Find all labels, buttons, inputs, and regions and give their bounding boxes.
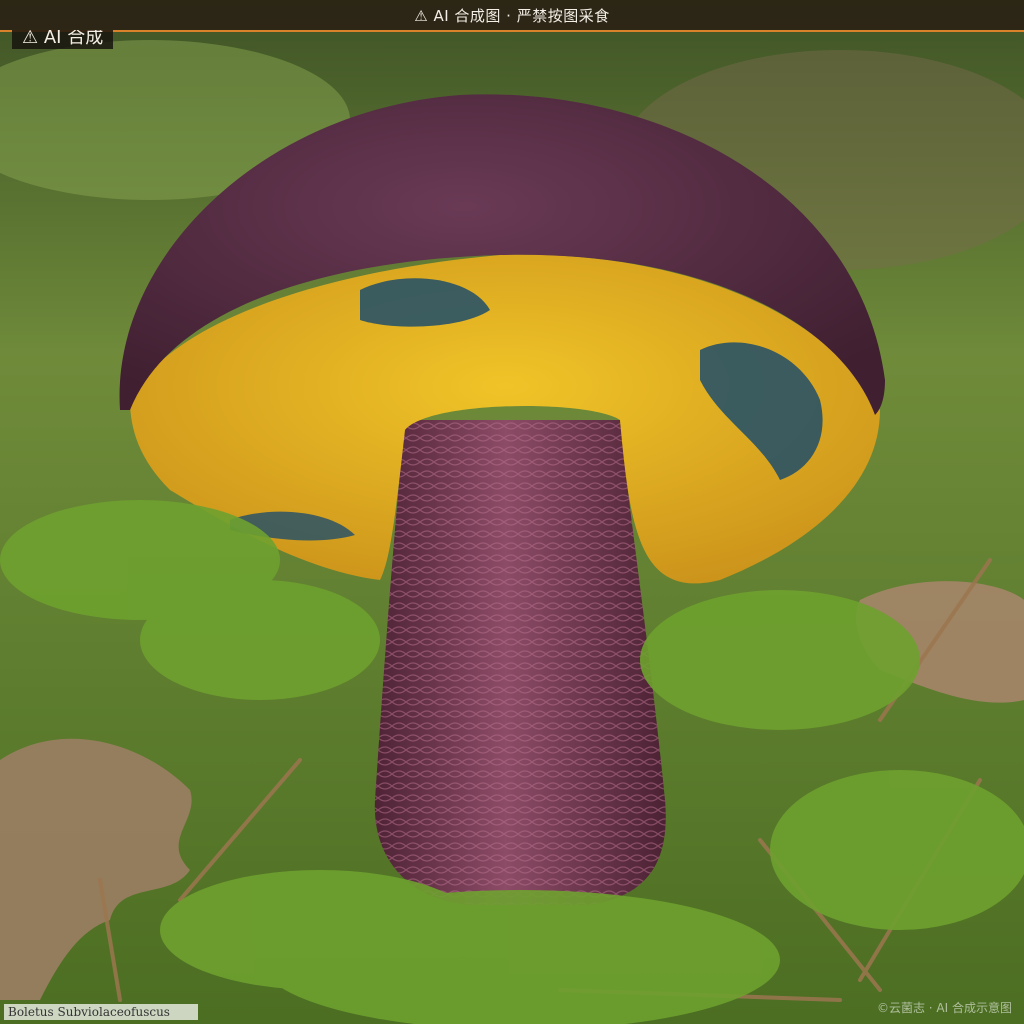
species-caption: Boletus Subviolaceofuscus bbox=[4, 1004, 198, 1020]
warning-banner: ⚠ AI 合成图 · 严禁按图采食 bbox=[0, 0, 1024, 32]
ai-tag-text: ⚠ AI 合成 bbox=[22, 30, 104, 48]
watermark: ©云菌志 · AI 合成示意图 bbox=[876, 1001, 1012, 1015]
ai-tag: ⚠ AI 合成 bbox=[12, 30, 114, 49]
warning-banner-text: ⚠ AI 合成图 · 严禁按图采食 bbox=[414, 6, 610, 25]
stem-reticulation bbox=[374, 420, 666, 905]
mushroom-photo bbox=[0, 0, 1024, 1024]
